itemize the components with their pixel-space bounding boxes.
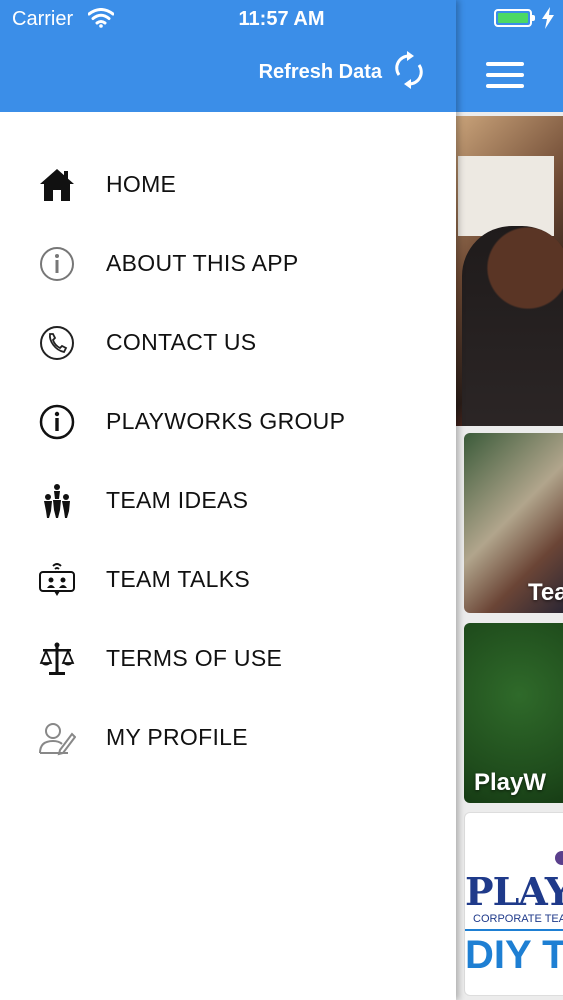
- menu-item-home[interactable]: HOME: [0, 145, 456, 224]
- card-title: Tea: [528, 579, 563, 606]
- brand-dot: [555, 851, 563, 865]
- phone-circle-icon: [38, 324, 76, 362]
- content-card-playworks[interactable]: PlayW: [464, 623, 563, 803]
- battery-icon: [494, 9, 535, 27]
- content-card-diy[interactable]: PLAYW CORPORATE TEA DIY T: [464, 812, 563, 996]
- menu-item-label: CONTACT US: [106, 329, 257, 355]
- menu-item-label: TEAM TALKS: [106, 566, 251, 592]
- navigation-drawer: Refresh Data HOME ABOUT THIS APP CONTACT…: [0, 0, 456, 1000]
- brand-logo-text: PLAYW: [465, 869, 563, 914]
- menu-item-label: PLAYWORKS GROUP: [106, 408, 346, 434]
- menu-item-my-profile[interactable]: MY PROFILE: [0, 698, 456, 777]
- drawer-menu: HOME ABOUT THIS APP CONTACT US PLAYWORKS…: [0, 145, 456, 777]
- menu-item-label: TEAM IDEAS: [106, 487, 249, 513]
- menu-item-about[interactable]: ABOUT THIS APP: [0, 224, 456, 303]
- refresh-icon: [394, 50, 424, 94]
- menu-item-label: MY PROFILE: [106, 724, 248, 750]
- refresh-data-label: Refresh Data: [258, 60, 382, 83]
- profile-edit-icon: [38, 719, 76, 757]
- video-talk-icon: [38, 561, 76, 599]
- scales-icon: [38, 640, 76, 678]
- status-bar: Carrier 11:57 AM: [0, 0, 563, 40]
- hero-image[interactable]: [456, 116, 563, 426]
- menu-item-label: HOME: [106, 171, 177, 197]
- charging-bolt-icon: [541, 7, 555, 34]
- brand-subtitle: CORPORATE TEA: [473, 913, 563, 925]
- menu-item-contact[interactable]: CONTACT US: [0, 303, 456, 382]
- hamburger-menu-icon[interactable]: [486, 62, 524, 88]
- menu-item-playworks-group[interactable]: PLAYWORKS GROUP: [0, 382, 456, 461]
- team-people-icon: [38, 482, 76, 520]
- refresh-data-button[interactable]: Refresh Data: [258, 50, 424, 94]
- info-outline-icon: [38, 245, 76, 283]
- menu-item-terms[interactable]: TERMS OF USE: [0, 619, 456, 698]
- home-icon: [38, 166, 76, 204]
- info-circle-icon: [38, 403, 76, 441]
- card-title: PlayW: [474, 769, 547, 796]
- content-card-team[interactable]: Tea: [464, 433, 563, 613]
- clock-time: 11:57 AM: [238, 8, 325, 30]
- menu-item-label: ABOUT THIS APP: [106, 250, 299, 276]
- menu-item-label: TERMS OF USE: [106, 645, 283, 671]
- card-title: DIY T: [465, 929, 563, 978]
- menu-item-team-ideas[interactable]: TEAM IDEAS: [0, 461, 456, 540]
- menu-item-team-talks[interactable]: TEAM TALKS: [0, 540, 456, 619]
